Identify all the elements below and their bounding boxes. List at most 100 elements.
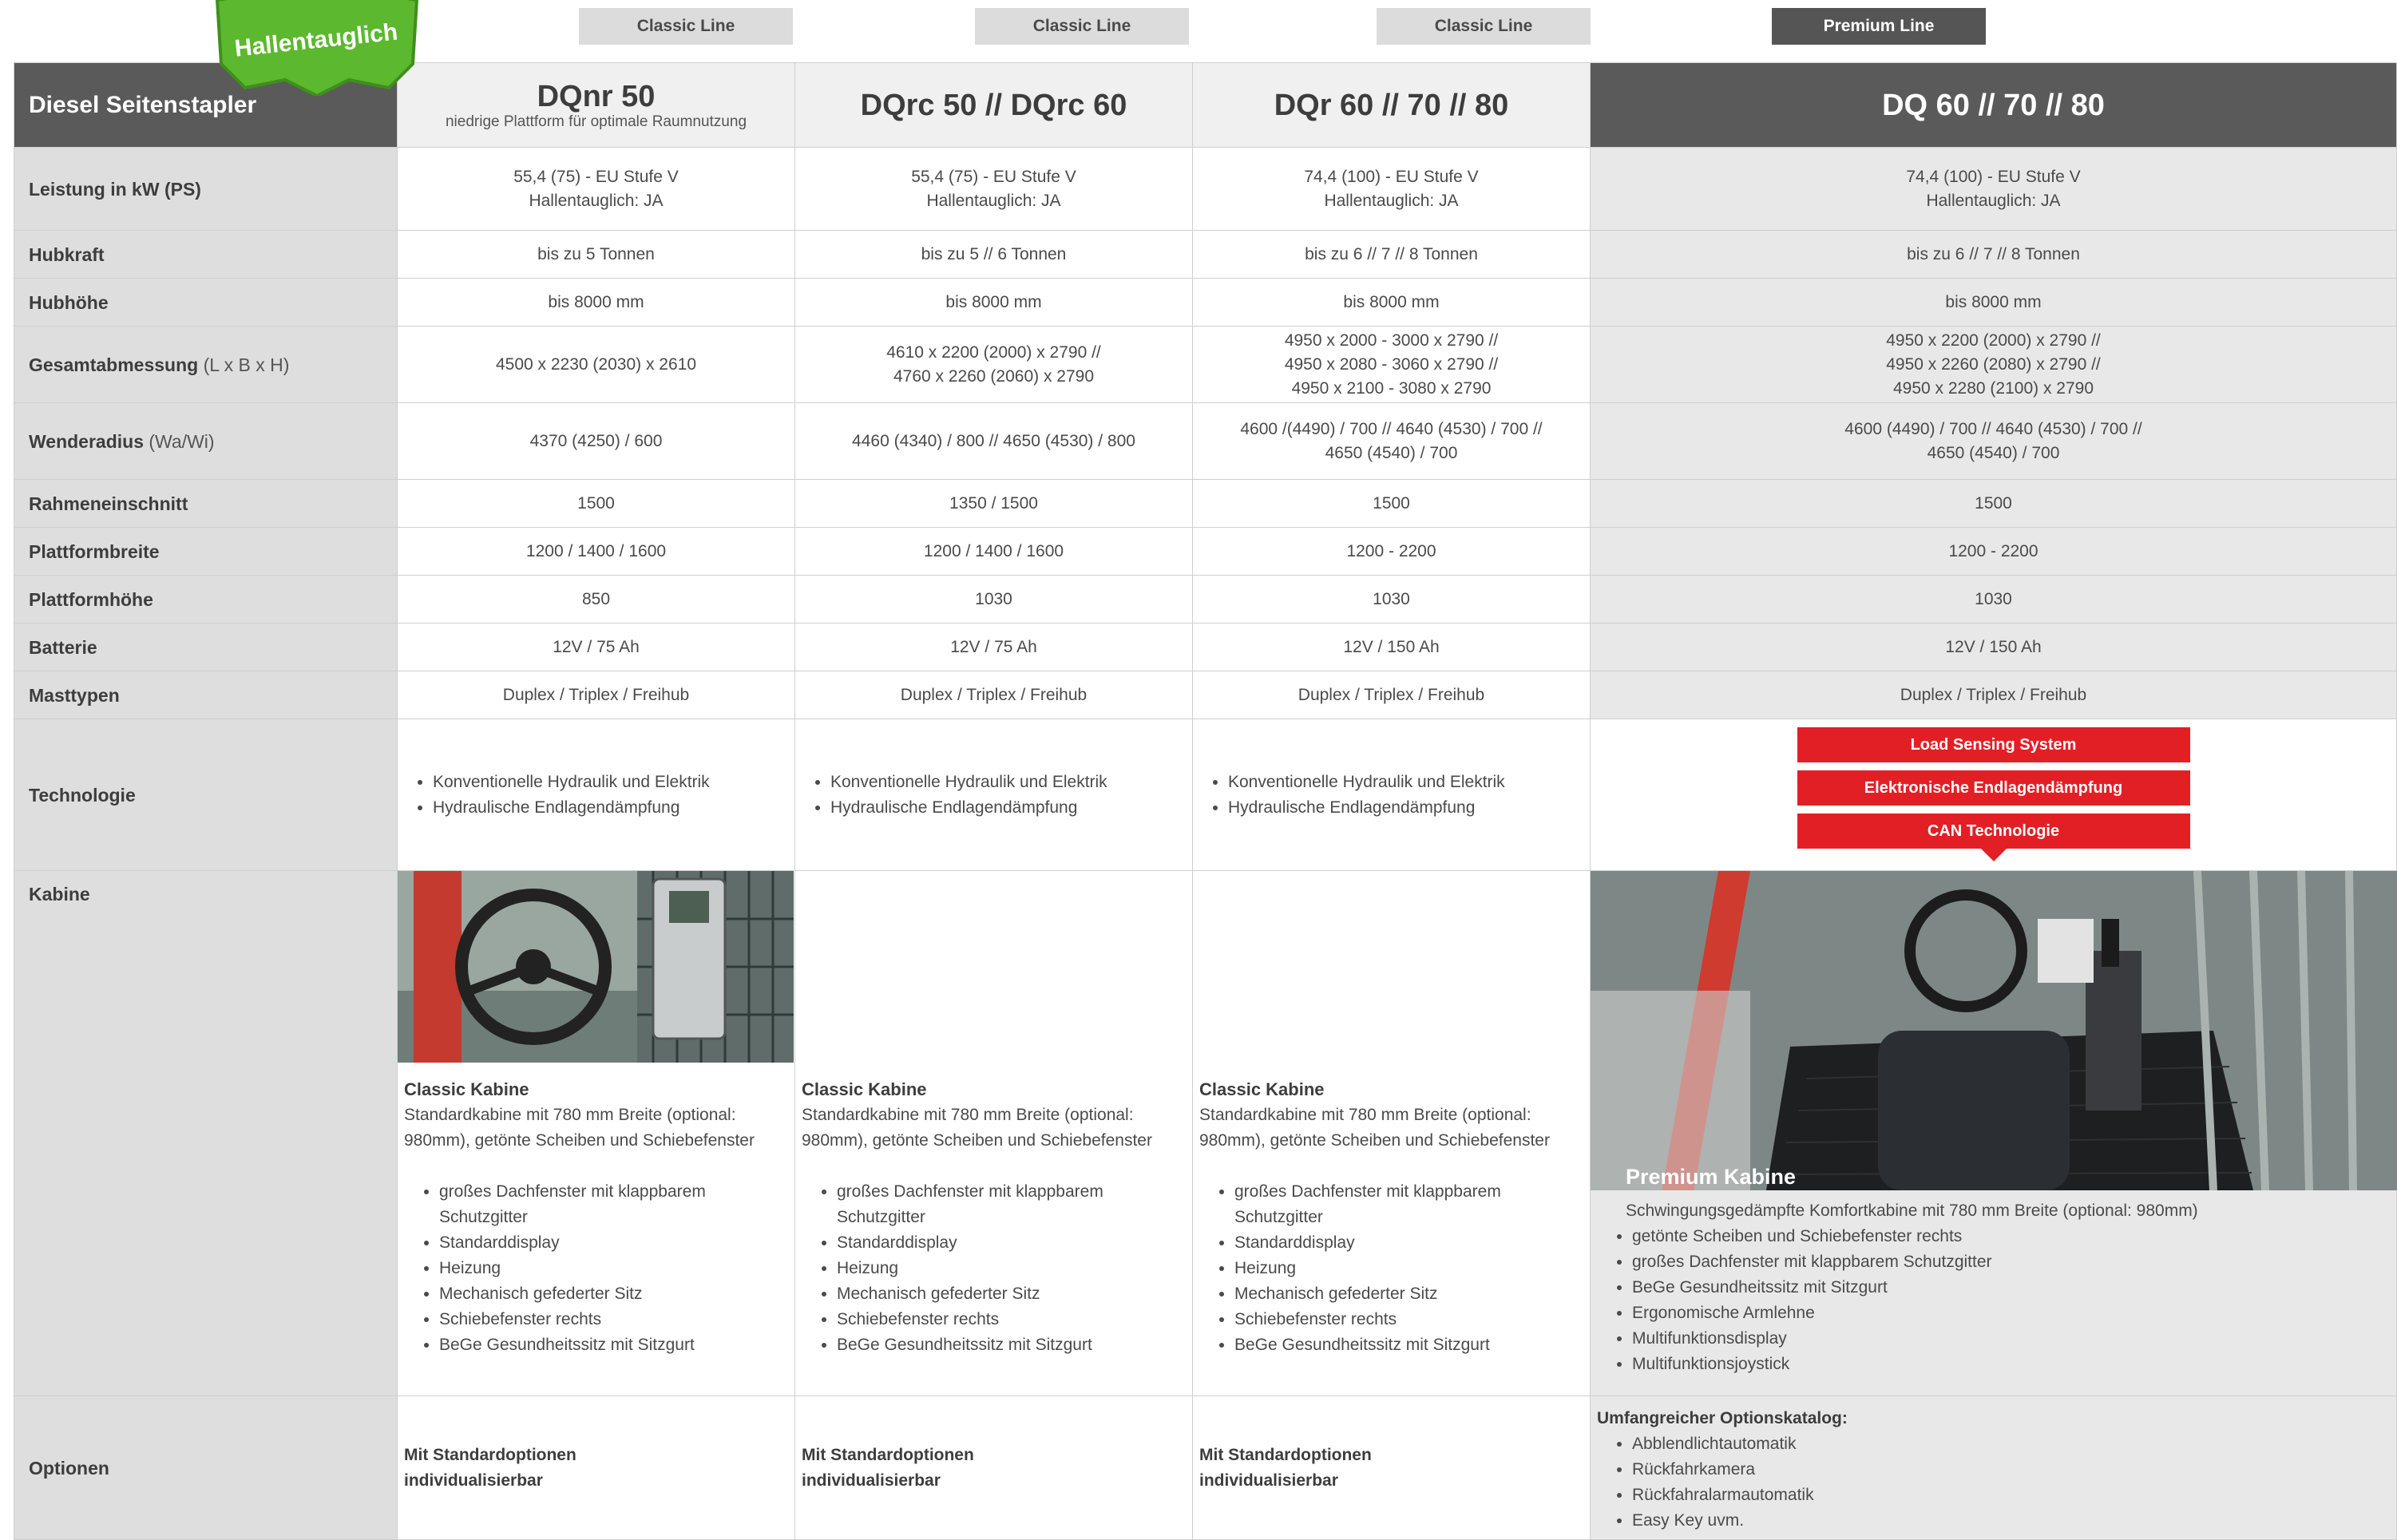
list-item: Hydraulische Endlagendämpfung [1228, 795, 1590, 821]
line-tab-1: Classic Line [579, 8, 793, 45]
spec-value: 74,4 (100) - EU Stufe V Hallentauglich: J… [1192, 147, 1591, 231]
cabin-classic-2: Classic Kabine Standardkabine mit 780 mm… [794, 870, 1193, 1396]
cabin-description: Standardkabine mit 780 mm Breite (option… [802, 1106, 1152, 1150]
list-item: Hydraulische Endlagendämpfung [830, 795, 1192, 821]
spec-value: 1500 [1590, 479, 2397, 528]
spec-value: Duplex / Triplex / Freihub [397, 671, 795, 719]
spec-value: 1200 / 1400 / 1600 [397, 527, 795, 576]
spec-value: 4370 (4250) / 600 [397, 402, 795, 480]
list-item: Hydraulische Endlagendämpfung [433, 795, 794, 821]
tech-classic-2: Konventionelle Hydraulik und ElektrikHyd… [794, 719, 1193, 871]
list-item: BeGe Gesundheitssitz mit Sitzgurt [1234, 1332, 1583, 1358]
list-item: großes Dachfenster mit klappbarem Schutz… [1234, 1179, 1583, 1230]
spec-row: Leistung in kW (PS) 55,4 (75) - EU Stufe … [14, 147, 2397, 231]
spec-value: 74,4 (100) - EU Stufe V Hallentauglich: J… [1590, 147, 2397, 231]
options-text: Mit Standardoptionen individualisierbar [404, 1445, 576, 1490]
spec-row: Hubhöhe bis 8000 mm bis 8000 mm bis 8000 mm… [14, 278, 2397, 327]
spec-row: Masttypen Duplex / Triplex / Freihub Duple… [14, 671, 2397, 719]
spec-value: 1500 [397, 479, 795, 528]
spec-value-line: 1030 [975, 589, 1012, 608]
list-item: Konventionelle Hydraulik und Elektrik [433, 770, 794, 795]
spec-value: bis 8000 mm [794, 278, 1193, 327]
spec-value-line: 1030 [1373, 589, 1410, 608]
spec-value: 1030 [1590, 575, 2397, 624]
spec-value-line: bis 8000 mm [1343, 292, 1440, 311]
row-label: Wenderadius (Wa/Wi) [14, 402, 398, 480]
line-tab-3: Classic Line [1377, 8, 1591, 45]
spec-value-line: 850 [581, 589, 611, 608]
list-item: Schiebefenster rechts [1234, 1307, 1583, 1332]
spec-value-line: 4950 x 2080 - 3060 x 2790 // [1284, 354, 1499, 374]
list-item: Mechanisch gefederter Sitz [1234, 1281, 1583, 1307]
cabin-feature-list: großes Dachfenster mit klappbarem Schutz… [802, 1179, 1186, 1358]
row-label: Plattformbreite [14, 527, 398, 576]
model-name: DQrc 50 // DQrc 60 [860, 88, 1127, 122]
model-col-premium: DQ 60 // 70 // 80 [1590, 62, 2397, 148]
cabin-feature-list: großes Dachfenster mit klappbarem Schutz… [404, 1179, 788, 1358]
row-label: Batterie [14, 623, 398, 671]
tech-feature-list: Konventionelle Hydraulik und ElektrikHyd… [1193, 770, 1590, 821]
spec-value-line: 12V / 75 Ah [950, 637, 1037, 656]
spec-value: 4600 /(4490) / 700 // 4640 (4530) / 700 … [1192, 402, 1591, 480]
spec-value: Duplex / Triplex / Freihub [1192, 671, 1591, 719]
spec-value: 1200 - 2200 [1192, 527, 1591, 576]
list-item: Konventionelle Hydraulik und Elektrik [830, 770, 1192, 795]
spec-value: 1350 / 1500 [794, 479, 1193, 528]
spec-value: bis 8000 mm [1590, 278, 2397, 327]
spec-value-line: 4650 (4540) / 700 [1325, 443, 1458, 462]
spec-value-line: Hallentauglich: JA [1324, 191, 1459, 210]
tech-classic-3: Konventionelle Hydraulik und ElektrikHyd… [1192, 719, 1591, 871]
row-label: Kabine [14, 870, 398, 1396]
spec-value-line: 4610 x 2200 (2000) x 2790 // [886, 342, 1101, 362]
row-label: Technologie [14, 719, 398, 871]
options-text: Mit Standardoptionen individualisierbar [1199, 1445, 1372, 1490]
tech-premium: Load Sensing System Elektronische Endlag… [1590, 719, 2397, 871]
spec-value-line: 1200 - 2200 [1948, 541, 2038, 560]
spec-value-line: 4600 /(4490) / 700 // 4640 (4530) / 700 … [1240, 419, 1543, 438]
cabin-feature-list: großes Dachfenster mit klappbarem Schutz… [1199, 1179, 1583, 1358]
options-classic-1: Mit Standardoptionen individualisierbar [397, 1396, 795, 1540]
list-item: großes Dachfenster mit klappbarem Schutz… [837, 1179, 1186, 1230]
cabin-classic-3: Classic Kabine Standardkabine mit 780 mm… [1192, 870, 1591, 1396]
list-item: BeGe Gesundheitssitz mit Sitzgurt [1632, 1275, 2390, 1300]
spec-table: Diesel Seitenstapler DQnr 50 niedrige Pl… [14, 62, 2397, 1540]
line-tab-2: Classic Line [975, 8, 1189, 45]
spec-value-line: 1500 [577, 493, 615, 513]
spec-value-line: Duplex / Triplex / Freihub [900, 685, 1088, 704]
spec-value-line: 1350 / 1500 [949, 493, 1038, 513]
row-label: Leistung in kW (PS) [14, 147, 398, 231]
spec-value: 4500 x 2230 (2030) x 2610 [397, 326, 795, 403]
spec-value-line: 1200 / 1400 / 1600 [525, 541, 667, 560]
list-item: Rückfahrkamera [1632, 1457, 2390, 1483]
spec-value: bis zu 5 // 6 Tonnen [794, 230, 1193, 279]
premium-feature-list: getönte Scheiben und Schiebefenster rech… [1597, 1224, 2390, 1377]
list-item: Easy Key uvm. [1632, 1508, 2390, 1534]
spec-row: Batterie 12V / 75 Ah 12V / 75 Ah 12V / 150 … [14, 623, 2397, 671]
list-item: großes Dachfenster mit klappbarem Schutz… [1632, 1249, 2390, 1275]
spec-value-line: Hallentauglich: JA [926, 191, 1061, 210]
spec-row: Wenderadius (Wa/Wi) 4370 (4250) / 600 4460… [14, 402, 2397, 480]
spec-value: 1200 / 1400 / 1600 [794, 527, 1193, 576]
spec-value-line: 4950 x 2260 (2080) x 2790 // [1886, 354, 2101, 374]
spec-value-line: bis 8000 mm [548, 292, 644, 311]
spec-value-line: 4370 (4250) / 600 [529, 431, 663, 450]
spec-value: 4600 (4490) / 700 // 4640 (4530) / 700 /… [1590, 402, 2397, 480]
cabin-title: Classic Kabine [802, 1079, 927, 1099]
spec-value-line: Duplex / Triplex / Freihub [502, 685, 690, 704]
spec-value-line: 74,4 (100) - EU Stufe V [1906, 167, 2081, 186]
spec-value: 4950 x 2200 (2000) x 2790 // 4950 x 2260 … [1590, 326, 2397, 403]
row-label: Gesamtabmessung (L x B x H) [14, 326, 398, 403]
spec-value-line: 4500 x 2230 (2030) x 2610 [495, 354, 697, 374]
spec-value-line: 1500 [1373, 493, 1410, 513]
premium-cabin-description: Schwingungsgedämpfte Komfortkabine mit 7… [1626, 1202, 2198, 1220]
spec-value: bis zu 6 // 7 // 8 Tonnen [1590, 230, 2397, 279]
hallentauglich-badge: Hallentauglich [215, 0, 419, 96]
spec-value-line: 74,4 (100) - EU Stufe V [1304, 167, 1479, 186]
spec-value-line: 1200 / 1400 / 1600 [923, 541, 1064, 560]
spec-value: Duplex / Triplex / Freihub [1590, 671, 2397, 719]
row-label: Optionen [14, 1396, 398, 1540]
spec-value: 4610 x 2200 (2000) x 2790 // 4760 x 2260 … [794, 326, 1193, 403]
model-col-1: DQnr 50 niedrige Plattform für optimale … [397, 62, 795, 148]
list-item: Mechanisch gefederter Sitz [439, 1281, 788, 1307]
model-col-3: DQr 60 // 70 // 80 [1192, 62, 1591, 148]
